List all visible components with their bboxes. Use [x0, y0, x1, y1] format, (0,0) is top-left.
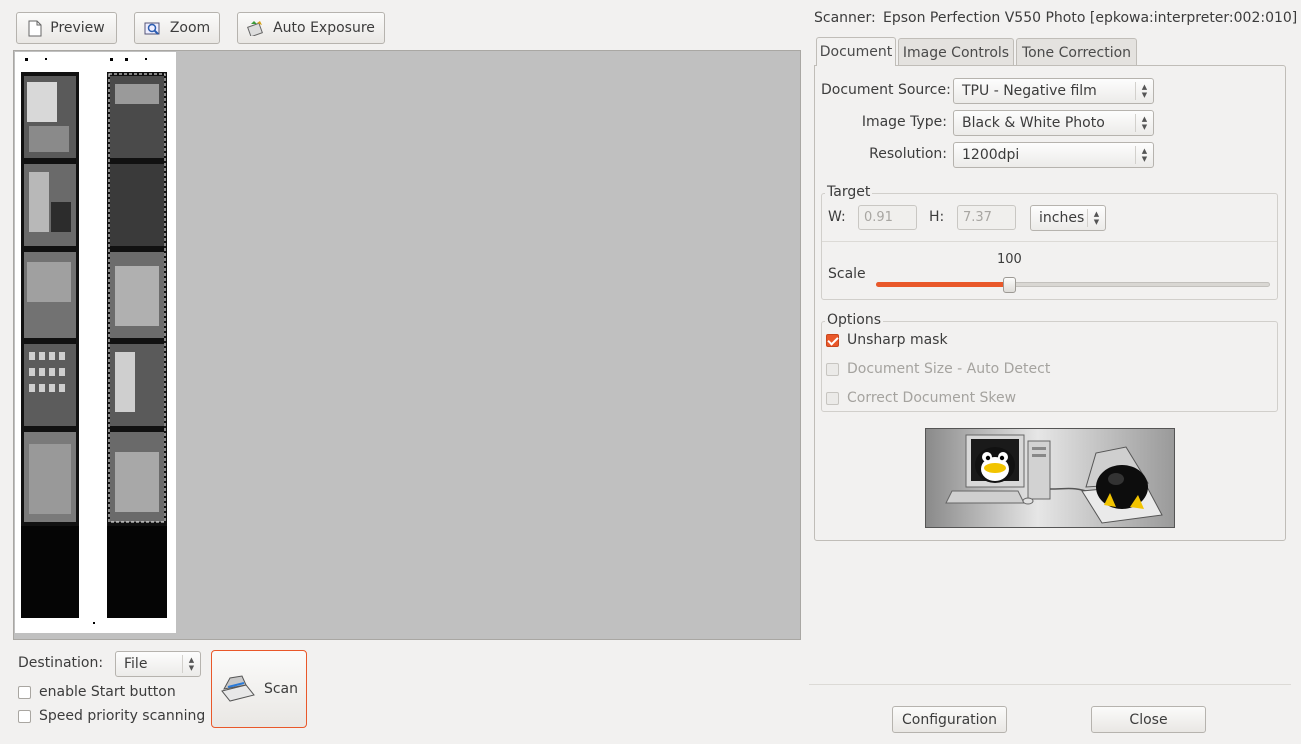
scanner-icon [220, 675, 256, 703]
auto-exposure-label: Auto Exposure [273, 20, 375, 36]
auto-detect-checkbox[interactable] [826, 363, 839, 376]
width-field[interactable]: 0.91 [858, 205, 917, 230]
close-label: Close [1129, 711, 1168, 728]
document-source-label: Document Source: [821, 82, 951, 98]
spin-arrows-icon: ▲ ▼ [1087, 209, 1105, 227]
combo-arrows-icon: ▲ ▼ [1135, 114, 1153, 132]
close-button[interactable]: Close [1091, 706, 1206, 733]
correct-skew-label: Correct Document Skew [847, 390, 1017, 406]
destination-label: Destination: [18, 655, 104, 671]
slider-handle[interactable] [1003, 277, 1016, 293]
image-type-label: Image Type: [861, 114, 947, 130]
preview-label: Preview [50, 20, 105, 36]
width-value: 0.91 [864, 210, 893, 225]
document-source-value: TPU - Negative film [962, 83, 1097, 99]
combo-arrows-icon: ▲ ▼ [1135, 146, 1153, 164]
speed-priority-label: Speed priority scanning [39, 708, 206, 724]
auto-detect-label: Document Size - Auto Detect [847, 361, 1051, 377]
width-label: W: [828, 209, 846, 225]
scale-label: Scale [828, 266, 866, 282]
auto-exposure-button[interactable]: Auto Exposure [237, 12, 385, 44]
tab-tone-correction-label: Tone Correction [1021, 44, 1132, 61]
resolution-value: 1200dpi [962, 147, 1020, 163]
tab-image-controls[interactable]: Image Controls [898, 38, 1014, 66]
penguin-scanner-logo [945, 434, 1163, 524]
scanner-name: Epson Perfection V550 Photo [epkowa:inte… [883, 10, 1298, 26]
document-source-combo[interactable]: TPU - Negative film ▲ ▼ [953, 78, 1154, 104]
zoom-button[interactable]: Zoom [134, 12, 220, 44]
film-strip-image [21, 58, 167, 624]
image-type-value: Black & White Photo [962, 115, 1105, 131]
height-field[interactable]: 7.37 [957, 205, 1016, 230]
document-icon [28, 20, 42, 37]
target-title: Target [825, 184, 873, 200]
correct-skew-checkbox[interactable] [826, 392, 839, 405]
tab-document[interactable]: Document [816, 37, 896, 66]
slider-fill [876, 282, 1010, 287]
image-type-combo[interactable]: Black & White Photo ▲ ▼ [953, 110, 1154, 136]
bottom-separator [809, 684, 1291, 685]
resolution-label: Resolution: [869, 146, 947, 162]
configuration-button[interactable]: Configuration [892, 706, 1007, 733]
height-value: 7.37 [963, 210, 992, 225]
tab-document-label: Document [819, 44, 893, 60]
unit-value: inches [1039, 210, 1085, 226]
scale-value: 100 [997, 252, 1022, 267]
scan-label: Scan [263, 681, 299, 697]
zoom-label: Zoom [169, 20, 211, 36]
resolution-combo[interactable]: 1200dpi ▲ ▼ [953, 142, 1154, 168]
preview-image [15, 52, 176, 633]
tab-tone-correction[interactable]: Tone Correction [1016, 38, 1137, 66]
scanner-label: Scanner: [814, 10, 876, 26]
scan-button[interactable]: Scan [211, 650, 307, 728]
speed-priority-checkbox[interactable] [18, 710, 31, 723]
unsharp-mask-label: Unsharp mask [847, 332, 948, 348]
enable-start-checkbox[interactable] [18, 686, 31, 699]
configuration-label: Configuration [902, 711, 997, 728]
tab-image-controls-label: Image Controls [902, 44, 1010, 61]
enable-start-label: enable Start button [39, 684, 176, 700]
auto-exposure-icon [247, 20, 265, 36]
height-label: H: [929, 209, 945, 225]
unsharp-mask-checkbox[interactable] [826, 334, 839, 347]
destination-combo[interactable]: File ▲ ▼ [115, 651, 201, 677]
scale-slider[interactable] [876, 277, 1270, 293]
destination-value: File [124, 656, 148, 672]
preview-area[interactable] [13, 50, 801, 640]
combo-arrows-icon: ▲ ▼ [1135, 82, 1153, 100]
unit-combo[interactable]: inches ▲ ▼ [1030, 205, 1106, 231]
preview-button[interactable]: Preview [16, 12, 117, 44]
target-divider [822, 241, 1277, 242]
zoom-icon [144, 20, 162, 36]
combo-arrows-icon: ▲ ▼ [182, 655, 200, 673]
options-title: Options [825, 312, 884, 328]
iscan-logo [925, 428, 1175, 528]
